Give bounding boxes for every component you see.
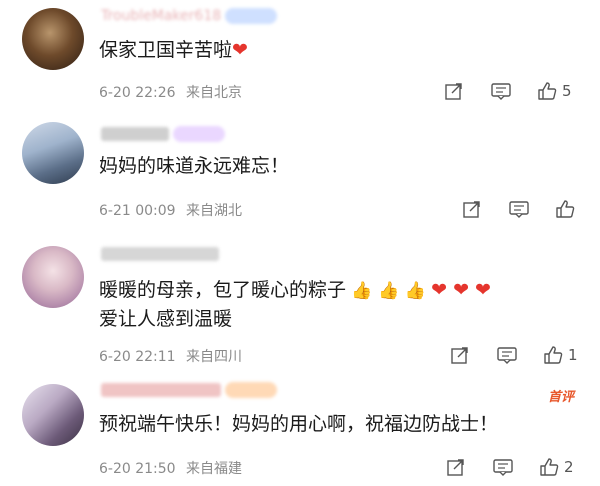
timestamp: 6-20 22:11 (99, 349, 176, 365)
location: 来自北京 (186, 85, 243, 101)
comment-item: 暖暖的母亲，包了暖心的粽子 👍 👍 👍 ❤ ❤ ❤ 爱让人感到温暖 6-20 2… (0, 234, 600, 374)
thumbs-up-icon (538, 82, 557, 100)
username[interactable] (101, 382, 277, 398)
comment-icon[interactable] (492, 457, 514, 477)
share-icon[interactable] (462, 199, 482, 219)
comment-meta: 6-20 22:11 来自四川 (99, 346, 242, 366)
share-icon[interactable] (450, 345, 470, 365)
location: 来自四川 (186, 349, 243, 365)
timestamp: 6-21 00:09 (99, 203, 176, 219)
avatar[interactable] (22, 8, 84, 70)
comment-icon[interactable] (508, 199, 530, 219)
avatar[interactable] (22, 246, 84, 308)
username[interactable] (101, 246, 219, 262)
username[interactable]: TroubleMaker618 (101, 8, 278, 24)
thumbs-up-icon (540, 458, 559, 476)
comment-item: 首评 预祝端午快乐！妈妈的用心啊，祝福边防战士！ 6-20 21:50 来自福建… (0, 374, 600, 486)
like-count: 2 (564, 458, 574, 476)
comment-item: TroubleMaker618 保家卫国辛苦啦❤ 6-20 22:26 来自北京… (0, 0, 600, 118)
timestamp: 6-20 21:50 (99, 461, 176, 477)
heart-emoji: ❤ ❤ ❤ (431, 279, 491, 301)
thumbs-up-icon (544, 346, 563, 364)
like-button[interactable]: 1 (542, 344, 578, 366)
like-count: 1 (568, 346, 578, 364)
comment-item: 妈妈的味道永远难忘！ 6-21 00:09 来自湖北 (0, 118, 600, 234)
thumbs-up-icon (556, 200, 575, 218)
comment-meta: 6-21 00:09 来自湖北 (99, 200, 242, 220)
like-button[interactable]: 5 (536, 80, 572, 102)
avatar[interactable] (22, 122, 84, 184)
like-button[interactable]: 2 (538, 456, 574, 478)
first-comment-tag: 首评 (547, 390, 574, 405)
location: 来自福建 (186, 461, 243, 477)
comment-text: 预祝端午快乐！妈妈的用心啊，祝福边防战士！ (99, 413, 499, 435)
timestamp: 6-20 22:26 (99, 85, 176, 101)
comment-icon[interactable] (496, 345, 518, 365)
share-icon[interactable] (444, 81, 464, 101)
comment-meta: 6-20 22:26 来自北京 (99, 82, 242, 102)
avatar[interactable] (22, 384, 84, 446)
heart-emoji: ❤ (232, 39, 248, 61)
comment-icon[interactable] (490, 81, 512, 101)
thumbs-up-emoji: 👍 👍 👍 (346, 281, 432, 301)
location: 来自湖北 (186, 203, 243, 219)
share-icon[interactable] (446, 457, 466, 477)
comment-meta: 6-20 21:50 来自福建 (99, 458, 242, 478)
like-count: 5 (562, 82, 572, 100)
like-button[interactable] (554, 198, 580, 220)
comment-text: 暖暖的母亲，包了暖心的粽子 👍 👍 👍 ❤ ❤ ❤ 爱让人感到温暖 (99, 279, 491, 330)
comment-text: 妈妈的味道永远难忘！ (99, 155, 290, 177)
comment-text: 保家卫国辛苦啦❤ (99, 39, 248, 61)
username[interactable] (101, 126, 225, 142)
